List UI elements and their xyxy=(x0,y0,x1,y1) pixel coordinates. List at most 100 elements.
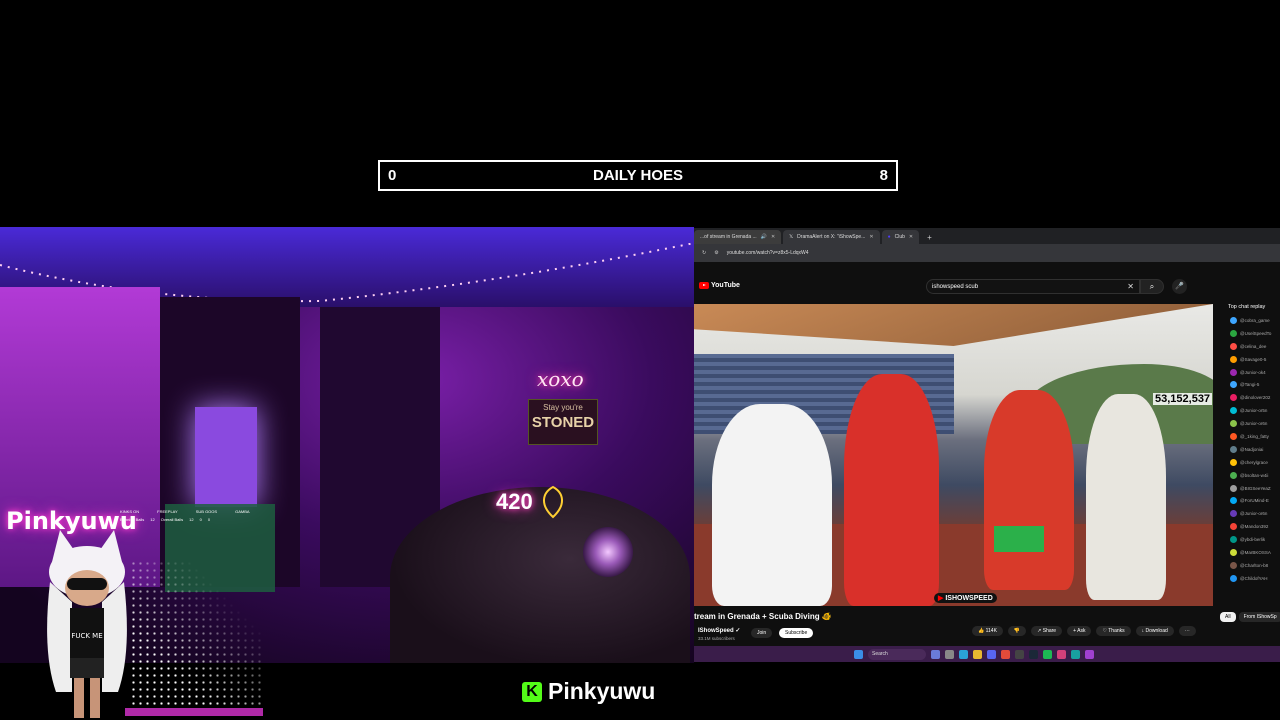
chat-avatar[interactable] xyxy=(1230,381,1237,389)
chat-username[interactable]: @Junior-or6n xyxy=(1240,511,1267,516)
chat-avatar[interactable] xyxy=(1230,484,1237,492)
search-icon[interactable]: ⌕ xyxy=(1140,279,1164,294)
chat-username[interactable]: @Charlton-b8 xyxy=(1240,563,1268,568)
subscribe-button[interactable]: Subscribe xyxy=(779,628,814,638)
chat-username[interactable]: @_1king_fatty xyxy=(1240,434,1269,439)
chat-avatar[interactable] xyxy=(1230,497,1237,505)
spotify-icon[interactable] xyxy=(1043,649,1052,659)
new-tab-icon[interactable]: + xyxy=(921,230,938,244)
subscriber-count: 33.1M subscribers xyxy=(698,636,735,641)
ask-button[interactable]: + Ask xyxy=(1067,626,1092,636)
chat-username[interactable]: @Mandon392 xyxy=(1240,524,1268,529)
dislike-button[interactable]: 👎 xyxy=(1007,626,1027,636)
chip-all[interactable]: All xyxy=(1220,612,1236,622)
chrome-icon[interactable] xyxy=(1001,649,1010,659)
address-bar[interactable]: ↻ ⚙ youtube.com/watch?v=z8x5-LdqxW4 xyxy=(694,244,1280,262)
chat-filter-chips: All From IShowSp xyxy=(1220,612,1280,622)
app-icon[interactable] xyxy=(1071,649,1080,659)
counter-title: DAILY HOES xyxy=(592,167,684,184)
chat-username[interactable]: @BIGSeeYeaZ xyxy=(1240,486,1271,491)
chat-username[interactable]: @Savage0-5 xyxy=(1240,357,1266,362)
live-chat-replay: Top chat replay @cobra_game @UselSpeedTo @… xyxy=(1220,304,1280,604)
chip-from-channel[interactable]: From IShowSp xyxy=(1238,612,1280,622)
chat-header[interactable]: Top chat replay xyxy=(1220,304,1280,310)
taskview-icon[interactable] xyxy=(945,649,954,659)
chat-avatar[interactable] xyxy=(1230,329,1237,337)
chat-username[interactable]: @ChildofYAH xyxy=(1240,576,1268,581)
chat-avatar[interactable] xyxy=(1230,471,1237,479)
clear-search-icon[interactable]: ✕ xyxy=(1127,282,1134,291)
chat-username[interactable]: @cherylgrace xyxy=(1240,460,1268,465)
chat-avatar[interactable] xyxy=(1230,394,1237,402)
app-icon[interactable] xyxy=(1085,649,1094,659)
tab-club[interactable]: ● Club ✕ xyxy=(881,230,920,244)
chat-username[interactable]: @cobra_game xyxy=(1240,318,1270,323)
person-grenada-jersey xyxy=(984,390,1074,590)
folder-icon[interactable] xyxy=(973,649,982,659)
tab-x[interactable]: 𝕏 DramaAlert on X: "iShowSpe... ✕ xyxy=(783,230,880,244)
chat-avatar[interactable] xyxy=(1230,355,1237,363)
chat-avatar[interactable] xyxy=(1230,548,1237,556)
thanks-button[interactable]: ♡ Thanks xyxy=(1096,626,1131,636)
chat-avatar[interactable] xyxy=(1230,342,1237,350)
taskbar-search[interactable]: Search xyxy=(868,648,926,660)
windows-start-icon[interactable] xyxy=(854,649,863,659)
chat-username[interactable]: @ForUMind-E xyxy=(1240,498,1269,503)
person-red-jersey xyxy=(844,374,939,606)
chat-message: @ForUMind-E xyxy=(1220,494,1280,507)
neon-xoxo-sign: xoxo xyxy=(537,367,584,391)
chat-username[interactable]: @ybdi-berlik xyxy=(1240,537,1265,542)
chat-username[interactable]: @Junior-or5n xyxy=(1240,408,1267,413)
discord-icon[interactable] xyxy=(987,649,996,659)
chat-avatar[interactable] xyxy=(1230,561,1237,569)
channel-name[interactable]: IShowSpeed ✓ xyxy=(698,627,740,634)
chat-avatar[interactable] xyxy=(1230,407,1237,415)
app-icon[interactable] xyxy=(1057,649,1066,659)
chat-username[interactable]: @Nadjoniai xyxy=(1240,447,1263,452)
youtube-logo[interactable]: YouTube xyxy=(699,282,740,289)
chat-message: @bsoltan-w4ii xyxy=(1220,469,1280,482)
video-player[interactable]: 53,152,537 ISHOWSPEED xyxy=(694,304,1213,606)
microphone-icon[interactable]: 🎤 xyxy=(1172,279,1187,294)
chat-avatar[interactable] xyxy=(1230,316,1237,324)
chat-username[interactable]: @celina_dee xyxy=(1240,344,1266,349)
site-info-icon[interactable]: ⚙ xyxy=(714,250,718,256)
download-button[interactable]: ↓ Download xyxy=(1135,626,1174,636)
close-icon[interactable]: ✕ xyxy=(869,234,873,240)
chat-avatar[interactable] xyxy=(1230,510,1237,518)
chat-avatar[interactable] xyxy=(1230,420,1237,428)
close-icon[interactable]: ✕ xyxy=(909,234,913,240)
cat-avatar: FUCK ME xyxy=(47,530,127,718)
chat-list: @cobra_game @UselSpeedTo @celina_dee @Savag… xyxy=(1220,314,1280,585)
edge-icon[interactable] xyxy=(959,649,968,659)
chat-username[interactable]: @dinolover202 xyxy=(1240,395,1270,400)
search-input[interactable]: ishowspeed scub ✕ xyxy=(926,279,1140,294)
chat-username[interactable]: @Junior-or6n xyxy=(1240,421,1267,426)
chat-avatar[interactable] xyxy=(1230,458,1237,466)
chat-username[interactable]: @Tangi-5 xyxy=(1240,382,1259,387)
join-button[interactable]: Join xyxy=(751,628,773,638)
chat-username[interactable]: @MarBKOSSA xyxy=(1240,550,1271,555)
chat-avatar[interactable] xyxy=(1230,574,1237,582)
chat-avatar[interactable] xyxy=(1230,445,1237,453)
tab-youtube[interactable]: ...of stream in Grenada ... 🔊 ✕ xyxy=(694,230,782,244)
chat-avatar[interactable] xyxy=(1230,368,1237,376)
steam-icon[interactable] xyxy=(1029,649,1038,659)
like-button[interactable]: 👍 114K xyxy=(972,626,1003,636)
url-text[interactable]: youtube.com/watch?v=z8x5-LdqxW4 xyxy=(727,250,809,256)
obs-icon[interactable] xyxy=(1015,649,1024,659)
widgets-icon[interactable] xyxy=(931,649,940,659)
share-button[interactable]: ↗ Share xyxy=(1031,626,1063,636)
close-icon[interactable]: ✕ xyxy=(771,234,775,240)
chat-message: @Junior-or6n xyxy=(1220,417,1280,430)
youtube-logo-text: YouTube xyxy=(711,282,740,289)
chat-username[interactable]: @Junior-ok4 xyxy=(1240,370,1266,375)
chat-avatar[interactable] xyxy=(1230,523,1237,531)
chat-avatar[interactable] xyxy=(1230,432,1237,440)
chat-username[interactable]: @bsoltan-w4ii xyxy=(1240,473,1268,478)
reload-icon[interactable]: ↻ xyxy=(702,250,706,256)
stream-layout: 0 DAILY HOES 8 xoxo Stay you're STONED 4… xyxy=(0,0,1280,720)
chat-avatar[interactable] xyxy=(1230,536,1237,544)
chat-username[interactable]: @UselSpeedTo xyxy=(1240,331,1271,336)
more-button[interactable]: ⋯ xyxy=(1178,626,1196,636)
